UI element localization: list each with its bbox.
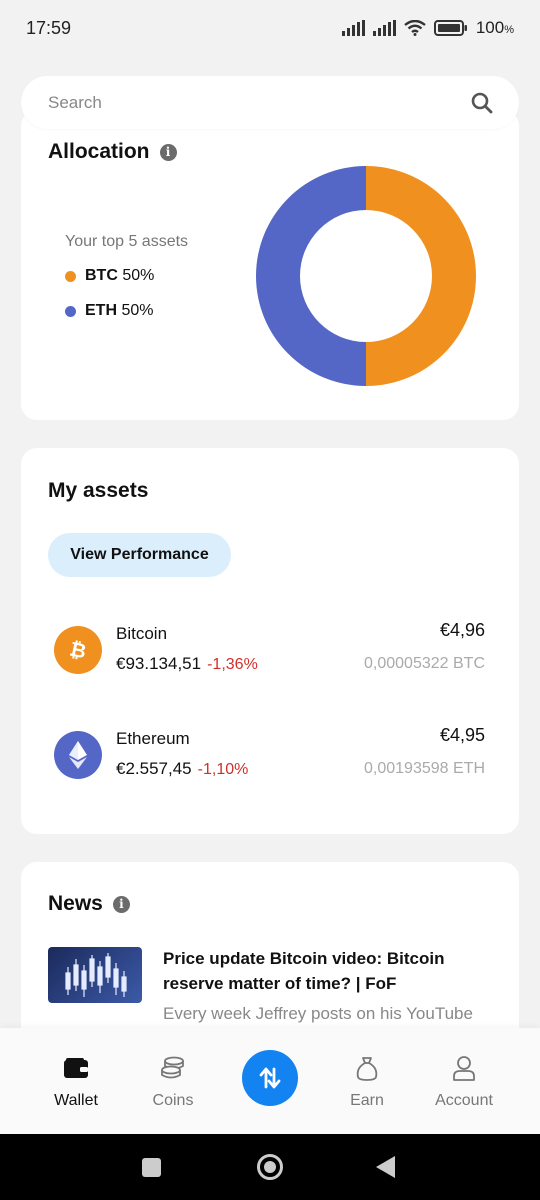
legend-dot-btc <box>65 270 76 282</box>
search-input[interactable]: Search <box>48 93 102 113</box>
battery-level: 100 <box>475 18 505 37</box>
system-nav-bar <box>0 1134 540 1200</box>
ethereum-icon <box>54 731 102 779</box>
news-article-snippet: Every week Jeffrey posts on his YouTube <box>163 1004 473 1023</box>
nav-label-earn: Earn <box>350 1092 384 1109</box>
search-icon[interactable] <box>471 92 493 114</box>
news-title: News <box>48 892 103 915</box>
legend-item-btc: BTC 50% <box>65 267 154 285</box>
asset-price: €93.134,51 <box>116 654 202 673</box>
swap-button[interactable] <box>242 1050 298 1106</box>
wallet-icon <box>63 1054 89 1082</box>
allocation-card: Allocation i Your top 5 assets BTC 50% E… <box>21 110 519 420</box>
legend-percent: 50% <box>122 267 155 284</box>
asset-change: -1,10% <box>197 761 249 778</box>
nav-item-coins[interactable]: Coins <box>123 1028 223 1134</box>
nav-item-account[interactable]: Account <box>414 1028 514 1134</box>
asset-price-line: €93.134,51 -1,36% <box>116 654 258 674</box>
signal-icon <box>372 20 396 36</box>
legend-dot-eth <box>65 305 76 317</box>
battery-unit: % <box>504 24 514 36</box>
nav-label-account: Account <box>435 1092 493 1109</box>
view-performance-button[interactable]: View Performance <box>48 533 231 577</box>
back-icon[interactable] <box>376 1156 395 1178</box>
swap-icon <box>259 1067 281 1089</box>
my-assets-title: My assets <box>48 479 149 502</box>
asset-name: Ethereum <box>116 729 190 748</box>
legend-symbol: ETH <box>85 302 117 319</box>
coins-icon <box>160 1054 186 1082</box>
donut-slice-eth <box>256 166 366 386</box>
signal-icon <box>341 20 365 36</box>
asset-change: -1,36% <box>207 656 258 673</box>
donut-slice-btc <box>366 166 476 386</box>
allocation-title: Allocation <box>48 140 150 163</box>
nav-label-wallet: Wallet <box>54 1092 98 1109</box>
bottom-nav: Wallet Coins Earn Account <box>0 1028 540 1134</box>
allocation-donut-chart <box>256 166 476 386</box>
money-bag-icon <box>354 1054 380 1082</box>
asset-name: Bitcoin <box>116 624 168 643</box>
nav-item-wallet[interactable]: Wallet <box>26 1028 126 1134</box>
wifi-icon <box>404 20 426 36</box>
news-thumbnail[interactable] <box>48 947 142 1003</box>
asset-amount: 0,00193598 ETH <box>364 760 485 777</box>
status-bar: 17:59 100% <box>0 0 540 56</box>
nav-label-coins: Coins <box>152 1092 194 1109</box>
legend-item-eth: ETH 50% <box>65 302 153 320</box>
news-header: News i <box>48 892 130 916</box>
my-assets-card: My assets View Performance ₿ Bitcoin €93… <box>21 448 519 834</box>
user-icon <box>452 1054 476 1082</box>
asset-value: €4,95 <box>439 725 485 745</box>
svg-text:₿: ₿ <box>68 637 89 663</box>
allocation-header: Allocation i <box>48 140 177 164</box>
status-time: 17:59 <box>26 17 72 38</box>
asset-amount: 0,00005322 BTC <box>364 655 485 672</box>
bitcoin-icon: ₿ <box>54 626 102 674</box>
home-icon[interactable] <box>257 1154 283 1180</box>
recents-icon[interactable] <box>142 1158 161 1177</box>
asset-value: €4,96 <box>439 620 485 640</box>
asset-row-bitcoin[interactable]: ₿ Bitcoin €93.134,51 -1,36% €4,96 0,00005… <box>21 618 519 688</box>
asset-price-line: €2.557,45 -1,10% <box>116 759 248 779</box>
asset-price: €2.557,45 <box>116 759 192 778</box>
allocation-subtitle: Your top 5 assets <box>65 233 189 250</box>
info-icon[interactable]: i <box>112 895 130 913</box>
asset-row-ethereum[interactable]: Ethereum €2.557,45 -1,10% €4,95 0,0019359… <box>21 723 519 793</box>
legend-percent: 50% <box>121 302 154 319</box>
status-icons: 100% <box>341 18 514 38</box>
battery-icon <box>433 20 467 36</box>
search-bar[interactable]: Search <box>21 76 519 129</box>
info-icon[interactable]: i <box>159 143 177 161</box>
news-article-title[interactable]: Price update Bitcoin video: Bitcoin rese… <box>163 946 493 996</box>
legend-symbol: BTC <box>85 267 118 284</box>
nav-item-earn[interactable]: Earn <box>317 1028 417 1134</box>
